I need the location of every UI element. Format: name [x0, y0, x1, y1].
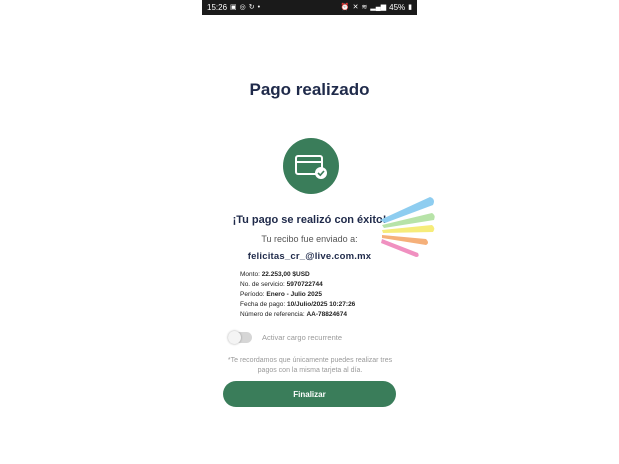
- status-time: 15:26: [207, 3, 228, 12]
- alarm-icon: ⏰: [340, 4, 350, 11]
- status-bar-right: ⏰ ✕ ≋ ▂▄▆ 45% ▮: [341, 3, 412, 12]
- detail-value: AA-78824674: [306, 311, 347, 318]
- detail-service-number: No. de servicio: 5970722744: [240, 280, 410, 290]
- detail-reference: Número de referencia: AA-78824674: [240, 310, 410, 320]
- image-icon: ▣: [230, 4, 237, 11]
- finish-button[interactable]: Finalizar: [223, 381, 396, 407]
- mute-icon: ✕: [352, 4, 359, 11]
- recipient-email: felicitas_cr_@live.com.mx: [247, 251, 372, 262]
- recurring-charge-label: Activar cargo recurrente: [262, 333, 343, 342]
- detail-label: Período:: [240, 291, 265, 298]
- sync-icon: ↻: [248, 4, 255, 11]
- detail-value: 10/Julio/2025 10:27:26: [287, 301, 356, 308]
- whatsapp-icon: ◎: [239, 4, 246, 11]
- status-bar: 15:26 ▣ ◎ ↻ • ⏰ ✕ ≋ ▂▄▆ 45% ▮: [202, 0, 417, 15]
- signal-icon: ▂▄▆: [370, 4, 387, 11]
- detail-label: Monto:: [240, 271, 260, 278]
- detail-period: Período: Enero - Julio 2025: [240, 290, 410, 300]
- battery-level: 45%: [389, 3, 406, 12]
- vibrate-icon: ≋: [361, 4, 368, 11]
- recurring-charge-toggle[interactable]: [228, 331, 252, 344]
- detail-payment-date: Fecha de pago: 10/Julio/2025 10:27:26: [240, 300, 410, 310]
- status-bar-left: 15:26 ▣ ◎ ↻ •: [207, 3, 260, 12]
- recurring-charge-row: Activar cargo recurrente: [228, 331, 343, 344]
- battery-icon: ▮: [408, 4, 412, 11]
- payment-success-badge: [283, 138, 339, 194]
- card-check-icon: [295, 155, 327, 179]
- detail-label: Fecha de pago:: [240, 301, 286, 308]
- detail-amount: Monto: 22.253,00 $USD: [240, 270, 410, 280]
- payment-limit-note: *Te recordamos que únicamente puedes rea…: [227, 357, 393, 374]
- payment-details: Monto: 22.253,00 $USD No. de servicio: 5…: [240, 270, 410, 320]
- page-title: Pago realizado: [249, 80, 370, 99]
- receipt-sent-text: Tu recibo fue enviado a:: [261, 234, 358, 244]
- toggle-knob: [228, 331, 241, 344]
- detail-label: Número de referencia:: [240, 311, 305, 318]
- detail-label: No. de servicio:: [240, 281, 285, 288]
- detail-value: 22.253,00 $USD: [261, 271, 310, 278]
- detail-value: Enero - Julio 2025: [266, 291, 323, 298]
- dot-icon: •: [257, 4, 261, 11]
- detail-value: 5970722744: [286, 281, 323, 288]
